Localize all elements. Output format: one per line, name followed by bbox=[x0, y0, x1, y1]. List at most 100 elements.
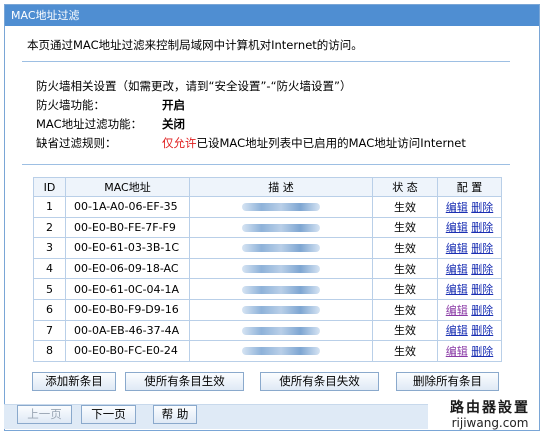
row-status: 生效 bbox=[372, 319, 438, 342]
row-mac: 00-E0-B0-FE-7F-F9 bbox=[65, 216, 190, 239]
help-button[interactable]: 帮 助 bbox=[153, 405, 197, 424]
firewall-label: 防火墙功能： bbox=[36, 98, 105, 112]
header-description: 描 述 bbox=[189, 177, 373, 197]
header-id: ID bbox=[33, 177, 66, 197]
redacted-description bbox=[242, 223, 320, 232]
row-mac: 00-E0-61-03-3B-1C bbox=[65, 237, 190, 259]
watermark-url: rijiwang.com bbox=[451, 416, 529, 430]
default-rule-highlight: 仅允许 bbox=[162, 136, 197, 150]
delete-link[interactable]: 删除 bbox=[471, 345, 493, 358]
row-id: 2 bbox=[33, 216, 66, 239]
delete-link[interactable]: 删除 bbox=[471, 221, 493, 234]
header-mac: MAC地址 bbox=[65, 177, 190, 197]
delete-link[interactable]: 删除 bbox=[471, 324, 493, 337]
macfilter-value: 关闭 bbox=[162, 117, 185, 131]
table-row: 7 00-0A-EB-46-37-4A 生效 编辑 删除 bbox=[33, 319, 502, 342]
delete-all-button[interactable]: 删除所有条目 bbox=[396, 372, 499, 391]
row-description bbox=[189, 237, 373, 259]
intro-text: 本页通过MAC地址过滤来控制局域网中计算机对Internet的访问。 bbox=[27, 38, 363, 52]
firewall-note: 防火墙相关设置（如需更改，请到“安全设置”-“防火墙设置”） bbox=[36, 79, 352, 93]
row-id: 8 bbox=[33, 340, 66, 362]
row-mac: 00-0A-EB-46-37-4A bbox=[65, 319, 190, 342]
redacted-description bbox=[242, 285, 320, 294]
prev-page-button[interactable]: 上一页 bbox=[17, 405, 72, 424]
row-mac: 00-E0-06-09-18-AC bbox=[65, 257, 190, 280]
row-id: 1 bbox=[33, 196, 66, 218]
row-config: 编辑 删除 bbox=[437, 237, 502, 259]
edit-link[interactable]: 编辑 bbox=[446, 304, 468, 317]
edit-link[interactable]: 编辑 bbox=[446, 263, 468, 276]
header-status: 状 态 bbox=[372, 177, 438, 197]
row-id: 4 bbox=[33, 257, 66, 280]
redacted-description bbox=[242, 244, 320, 253]
redacted-description bbox=[242, 306, 320, 315]
table-row: 1 00-1A-A0-06-EF-35 生效 编辑 删除 bbox=[33, 196, 502, 218]
edit-link[interactable]: 编辑 bbox=[446, 242, 468, 255]
redacted-description bbox=[242, 347, 320, 356]
row-description bbox=[189, 340, 373, 362]
divider-top bbox=[22, 61, 510, 62]
row-config: 编辑 删除 bbox=[437, 257, 502, 280]
row-description bbox=[189, 216, 373, 239]
delete-link[interactable]: 删除 bbox=[471, 242, 493, 255]
delete-link[interactable]: 删除 bbox=[471, 201, 493, 214]
table-row: 2 00-E0-B0-FE-7F-F9 生效 编辑 删除 bbox=[33, 216, 502, 239]
row-config: 编辑 删除 bbox=[437, 216, 502, 239]
edit-link[interactable]: 编辑 bbox=[446, 201, 468, 214]
edit-link[interactable]: 编辑 bbox=[446, 283, 468, 296]
default-rule-label: 缺省过滤规则： bbox=[36, 136, 117, 150]
row-status: 生效 bbox=[372, 216, 438, 239]
row-config: 编辑 删除 bbox=[437, 319, 502, 342]
row-description bbox=[189, 196, 373, 218]
row-config: 编辑 删除 bbox=[437, 196, 502, 218]
redacted-description bbox=[242, 326, 320, 335]
row-description bbox=[189, 257, 373, 280]
row-description bbox=[189, 319, 373, 342]
table-row: 5 00-E0-61-0C-04-1A 生效 编辑 删除 bbox=[33, 278, 502, 300]
next-page-button[interactable]: 下一页 bbox=[81, 405, 136, 424]
divider-middle bbox=[22, 164, 510, 165]
delete-link[interactable]: 删除 bbox=[471, 283, 493, 296]
default-rule-text: 已设MAC地址列表中已启用的MAC地址访问Internet bbox=[196, 136, 466, 150]
row-mac: 00-E0-61-0C-04-1A bbox=[65, 278, 190, 300]
edit-link[interactable]: 编辑 bbox=[446, 345, 468, 358]
row-id: 3 bbox=[33, 237, 66, 259]
redacted-description bbox=[242, 265, 320, 274]
row-status: 生效 bbox=[372, 237, 438, 259]
row-id: 5 bbox=[33, 278, 66, 300]
macfilter-label: MAC地址过滤功能： bbox=[36, 117, 143, 131]
row-mac: 00-1A-A0-06-EF-35 bbox=[65, 196, 190, 218]
delete-link[interactable]: 删除 bbox=[471, 304, 493, 317]
row-status: 生效 bbox=[372, 298, 438, 321]
row-mac: 00-E0-B0-F9-D9-16 bbox=[65, 298, 190, 321]
row-config: 编辑 删除 bbox=[437, 298, 502, 321]
watermark-title: 路由器設置 bbox=[450, 400, 530, 416]
table-header-row: ID MAC地址 描 述 状 态 配 置 bbox=[33, 177, 502, 197]
edit-link[interactable]: 编辑 bbox=[446, 221, 468, 234]
row-status: 生效 bbox=[372, 340, 438, 362]
redacted-description bbox=[242, 203, 320, 212]
table-row: 8 00-E0-B0-FC-E0-24 生效 编辑 删除 bbox=[33, 340, 502, 362]
edit-link[interactable]: 编辑 bbox=[446, 324, 468, 337]
row-status: 生效 bbox=[372, 278, 438, 300]
table-row: 3 00-E0-61-03-3B-1C 生效 编辑 删除 bbox=[33, 237, 502, 259]
enable-all-button[interactable]: 使所有条目生效 bbox=[125, 372, 244, 391]
default-rule-value: 仅允许已设MAC地址列表中已启用的MAC地址访问Internet bbox=[162, 134, 466, 153]
site-watermark: 路由器設置 rijiwang.com bbox=[436, 400, 544, 430]
delete-link[interactable]: 删除 bbox=[471, 263, 493, 276]
window-title: MAC地址过滤 bbox=[5, 5, 539, 26]
firewall-value: 开启 bbox=[162, 98, 185, 112]
row-id: 6 bbox=[33, 298, 66, 321]
row-status: 生效 bbox=[372, 196, 438, 218]
row-id: 7 bbox=[33, 319, 66, 342]
add-entry-button[interactable]: 添加新条目 bbox=[32, 372, 116, 391]
row-config: 编辑 删除 bbox=[437, 278, 502, 300]
mac-address-table: ID MAC地址 描 述 状 态 配 置 1 00-1A-A0-06-EF-35 生… bbox=[33, 177, 502, 362]
header-config: 配 置 bbox=[437, 177, 502, 197]
row-description bbox=[189, 278, 373, 300]
table-row: 4 00-E0-06-09-18-AC 生效 编辑 删除 bbox=[33, 257, 502, 280]
row-config: 编辑 删除 bbox=[437, 340, 502, 362]
disable-all-button[interactable]: 使所有条目失效 bbox=[260, 372, 379, 391]
row-status: 生效 bbox=[372, 257, 438, 280]
table-row: 6 00-E0-B0-F9-D9-16 生效 编辑 删除 bbox=[33, 298, 502, 321]
